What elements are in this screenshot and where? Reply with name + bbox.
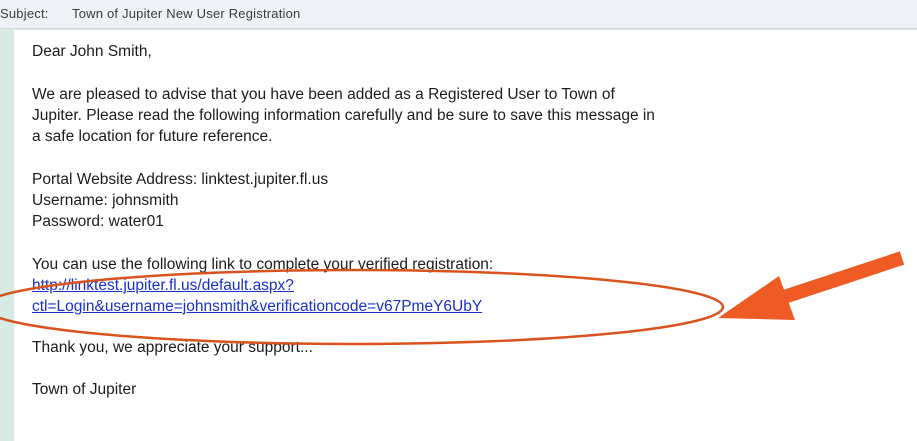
portal-address: Portal Website Address: linktest.jupiter…: [32, 171, 329, 188]
verification-link[interactable]: http://linktest.jupiter.fl.us/default.as…: [32, 276, 294, 296]
email-body: Dear John Smith, We are pleased to advis…: [14, 30, 917, 441]
thanks-line: Thank you, we appreciate your support...: [32, 339, 313, 356]
greeting: Dear John Smith,: [32, 43, 152, 60]
subject-value: Town of Jupiter New User Registration: [72, 6, 301, 21]
verification-link[interactable]: ctl=Login&username=johnsmith&verificatio…: [32, 297, 482, 317]
email-header: Subject: Town of Jupiter New User Regist…: [0, 0, 917, 29]
password: Password: water01: [32, 213, 164, 230]
paragraph-line: a safe location for future reference.: [32, 128, 273, 145]
link-intro: You can use the following link to comple…: [32, 256, 494, 273]
subject-label: Subject:: [0, 6, 49, 21]
paragraph-line: Jupiter. Please read the following infor…: [32, 107, 655, 124]
username: Username: johnsmith: [32, 192, 179, 209]
paragraph-line: We are pleased to advise that you have b…: [32, 86, 615, 103]
signature: Town of Jupiter: [32, 381, 137, 398]
